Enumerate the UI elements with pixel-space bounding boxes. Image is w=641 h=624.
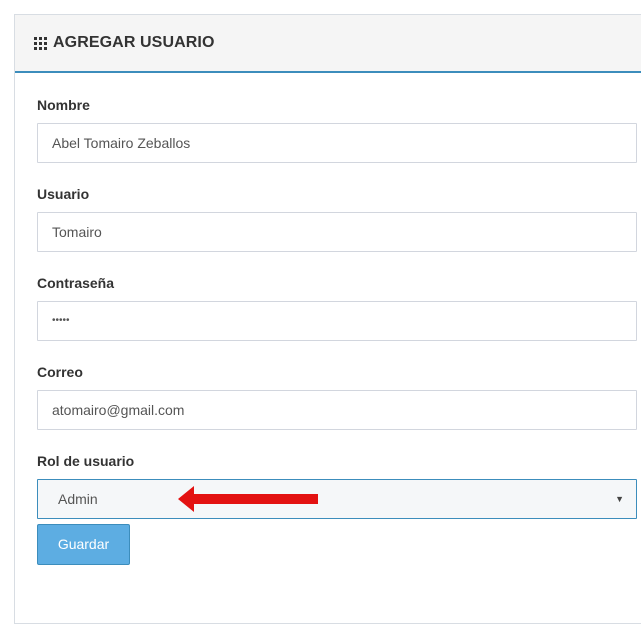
contrasena-label: Contraseña [37,275,115,291]
panel-title: AGREGAR USUARIO [53,34,215,51]
chevron-down-icon: ▼ [615,494,624,504]
usuario-input[interactable]: Tomairo [37,212,637,252]
correo-label: Correo [37,364,83,380]
nombre-label: Nombre [37,97,90,113]
rol-label: Rol de usuario [37,453,135,469]
email-input[interactable]: atomairo@gmail.com [37,390,637,430]
role-select-value: Admin [58,491,98,507]
save-button[interactable]: Guardar [37,524,130,565]
role-select[interactable]: Admin ▼ [37,479,637,519]
nombre-input[interactable]: Abel Tomairo Zeballos [37,123,637,163]
usuario-label: Usuario [37,186,90,202]
panel-header: AGREGAR USUARIO [15,15,641,73]
th-grid-icon [34,36,47,50]
red-arrow-annotation [178,486,318,512]
password-input[interactable]: ••••• [37,301,637,341]
